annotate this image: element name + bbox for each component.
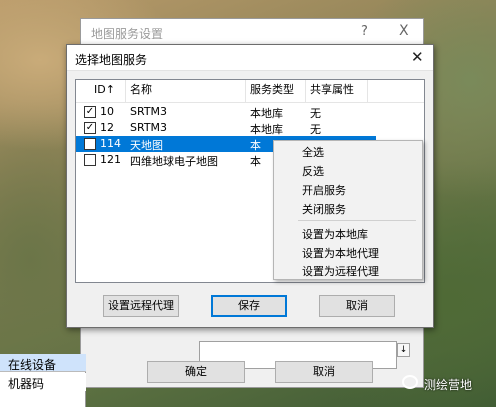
machine-code-label: 机器码: [8, 377, 45, 391]
row-checkbox[interactable]: [84, 154, 96, 166]
row-checkbox[interactable]: [84, 138, 96, 150]
column-header-share[interactable]: 共享属性: [306, 80, 368, 102]
menu-item-set-local-library[interactable]: 设置为本地库: [302, 226, 368, 242]
row-name: 四维地球电子地图: [130, 155, 218, 168]
row-name: SRTM3: [130, 105, 168, 118]
back-dialog-titlebar: 地图服务设置 ? X: [81, 19, 423, 45]
column-header-id[interactable]: ID↑: [76, 80, 126, 102]
dialog-titlebar: 选择地图服务 ✕: [67, 45, 433, 71]
device-panel: 在线设备 机器码: [0, 354, 86, 407]
online-devices-label: 在线设备: [8, 358, 57, 372]
help-icon[interactable]: ?: [361, 24, 368, 39]
menu-item-enable-service[interactable]: 开启服务: [302, 182, 346, 198]
menu-item-set-remote-proxy[interactable]: 设置为远程代理: [302, 263, 379, 279]
back-cancel-button[interactable]: 取消: [275, 361, 373, 383]
scroll-down-icon[interactable]: ↓: [397, 343, 410, 357]
row-id: 12: [100, 121, 114, 134]
row-type: 本地库: [250, 107, 283, 120]
watermark-text: 测绘营地: [424, 378, 473, 392]
back-close-icon[interactable]: X: [399, 23, 409, 39]
table-row[interactable]: ✓ 12 SRTM3 本地库 无: [76, 120, 376, 136]
row-name: 天地图: [130, 139, 163, 152]
row-checkbox[interactable]: ✓: [84, 106, 96, 118]
online-devices-item[interactable]: 在线设备: [0, 354, 86, 372]
set-remote-proxy-button[interactable]: 设置远程代理: [103, 295, 179, 317]
row-type: 本: [250, 155, 261, 168]
column-header-type[interactable]: 服务类型: [246, 80, 306, 102]
row-id: 10: [100, 105, 114, 118]
dialog-title: 选择地图服务: [75, 53, 148, 67]
menu-separator: [298, 220, 416, 221]
menu-item-invert-selection[interactable]: 反选: [302, 163, 324, 179]
header-divider: [76, 102, 424, 103]
machine-code-item[interactable]: 机器码: [0, 373, 86, 391]
table-row[interactable]: ✓ 10 SRTM3 本地库 无: [76, 104, 376, 120]
menu-item-disable-service[interactable]: 关闭服务: [302, 201, 346, 217]
back-dialog-title: 地图服务设置: [91, 27, 164, 41]
row-share: 无: [310, 123, 321, 136]
close-icon[interactable]: ✕: [411, 48, 424, 66]
row-type: 本地库: [250, 123, 283, 136]
row-id: 114: [100, 137, 121, 150]
menu-item-set-local-proxy[interactable]: 设置为本地代理: [302, 245, 379, 261]
wechat-icon: [402, 375, 418, 389]
ok-button[interactable]: 确定: [147, 361, 245, 383]
save-button[interactable]: 保存: [211, 295, 287, 317]
row-type: 本: [250, 139, 261, 152]
row-id: 121: [100, 153, 121, 166]
row-share: 无: [310, 107, 321, 120]
row-name: SRTM3: [130, 121, 168, 134]
row-checkbox[interactable]: ✓: [84, 122, 96, 134]
cancel-button[interactable]: 取消: [319, 295, 395, 317]
menu-item-select-all[interactable]: 全选: [302, 144, 324, 160]
column-header-name[interactable]: 名称: [126, 80, 246, 102]
context-menu: 全选 反选 开启服务 关闭服务 设置为本地库 设置为本地代理 设置为远程代理: [273, 140, 423, 280]
